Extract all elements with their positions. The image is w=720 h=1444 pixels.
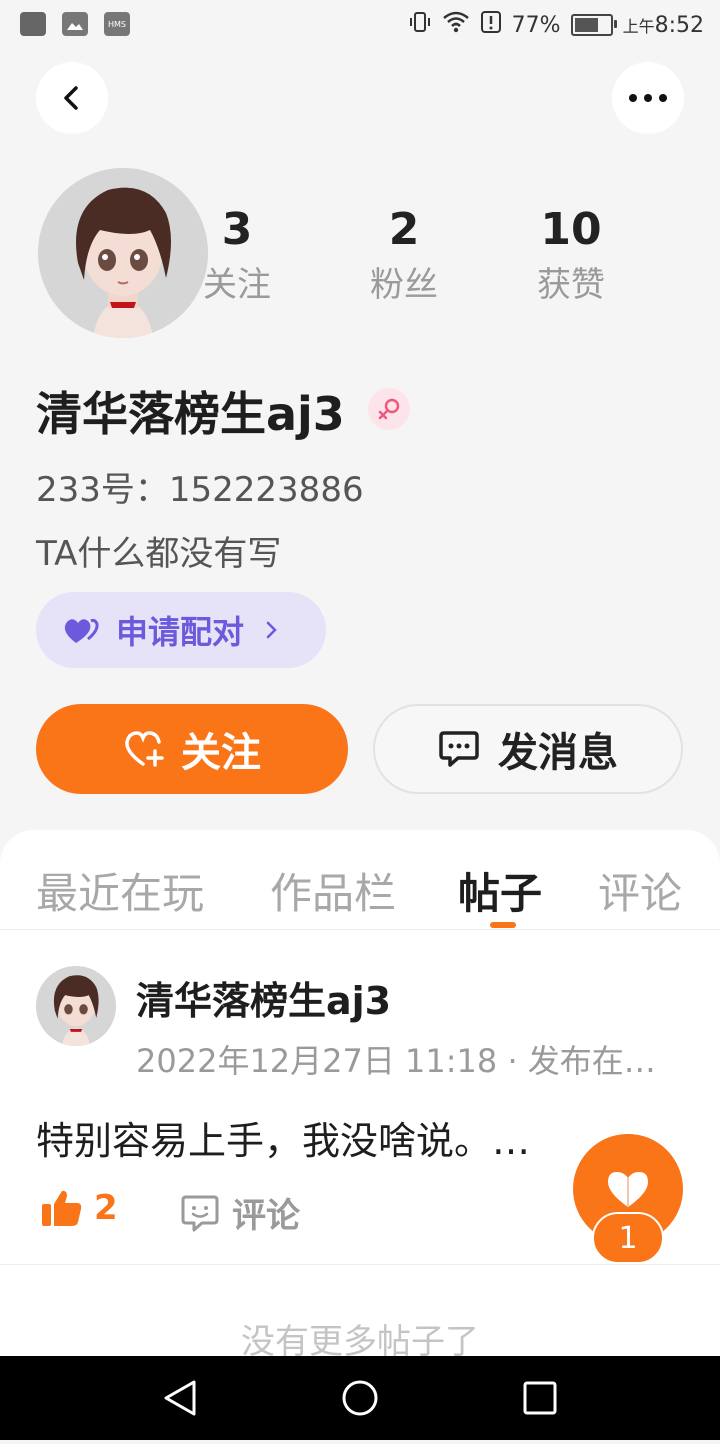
more-horizontal-icon [629,94,667,102]
content-panel: 最近在玩 作品栏 帖子 评论 清华落榜生aj3 2022年12月27日 11:1… [0,830,720,1360]
more-button[interactable] [612,62,684,134]
stat-value: 2 [388,204,420,255]
hms-label: HMS [108,19,126,29]
stat-label: 获赞 [537,265,605,305]
hms-notification-icon: HMS [104,12,130,36]
female-icon [368,388,410,430]
chevron-right-icon [266,621,277,639]
stat-likes[interactable]: 10 获赞 [506,204,636,310]
stat-value: 3 [221,204,253,255]
battery-percent: 77% [511,12,561,38]
battery-icon [570,14,617,36]
post-like-count: 2 [94,1188,118,1228]
post-author-avatar[interactable] [36,966,116,1046]
nav-recents-icon[interactable] [523,1381,557,1415]
active-tab-indicator [490,922,516,928]
post-like-button[interactable]: 2 [40,1188,118,1228]
stat-label: 关注 [203,265,271,305]
stat-label: 粉丝 [370,265,438,305]
system-nav-bar [0,1356,720,1440]
gallery-notification-icon [62,12,88,36]
apply-pair-button[interactable]: 申请配对 [36,592,326,668]
tab-recent-play[interactable]: 最近在玩 [36,860,204,921]
post-meta: 2022年12月27日 11:18 · 发布在… [136,1042,656,1080]
send-message-button[interactable]: 发消息 [373,704,683,794]
heart-plus-icon [125,731,164,767]
vibrate-icon [408,10,432,40]
heart-icon [608,1172,648,1207]
wifi-icon [442,10,470,40]
follow-label: 关注 [181,730,261,776]
comment-icon [181,1195,219,1231]
status-bar: HMS 77% 上午8:52 [0,0,720,50]
profile-name: 清华落榜生aj3 [36,387,345,441]
tab-works[interactable]: 作品栏 [270,860,396,921]
post-text[interactable]: 特别容易上手，我没啥说。… [36,1110,530,1165]
follow-button[interactable]: 关注 [36,704,348,794]
stat-followers[interactable]: 2 粉丝 [339,204,469,310]
profile-bio: TA什么都没有写 [36,534,282,574]
battery-fill [574,18,598,32]
back-button[interactable] [36,62,108,134]
nav-home-icon[interactable] [342,1380,378,1416]
notification-app-icon [20,12,46,36]
stat-following[interactable]: 3 关注 [172,204,302,310]
no-more-posts: 没有更多帖子了 [241,1322,479,1360]
tab-comments[interactable]: 评论 [598,860,682,921]
nav-back-icon[interactable] [164,1380,196,1416]
send-message-label: 发消息 [498,730,618,776]
stat-value: 10 [540,204,602,255]
floating-like-count: 1 [592,1212,664,1264]
post-comment-button[interactable]: 评论 [180,1188,300,1237]
thumbs-up-icon [42,1190,82,1226]
double-heart-icon [64,618,99,643]
post-divider [0,1264,720,1265]
alert-icon [480,10,502,40]
apply-pair-label: 申请配对 [116,613,245,651]
tab-posts[interactable]: 帖子 [458,860,542,921]
tab-divider [0,929,720,930]
chat-bubble-icon [439,731,479,767]
clock: 8:52 [654,12,704,38]
post-author-name[interactable]: 清华落榜生aj3 [136,970,391,1025]
post-comment-label: 评论 [232,1196,300,1236]
user-id: 233号：152223886 [36,470,364,510]
time-prefix: 上午 [622,16,655,36]
chevron-left-icon [64,86,78,110]
